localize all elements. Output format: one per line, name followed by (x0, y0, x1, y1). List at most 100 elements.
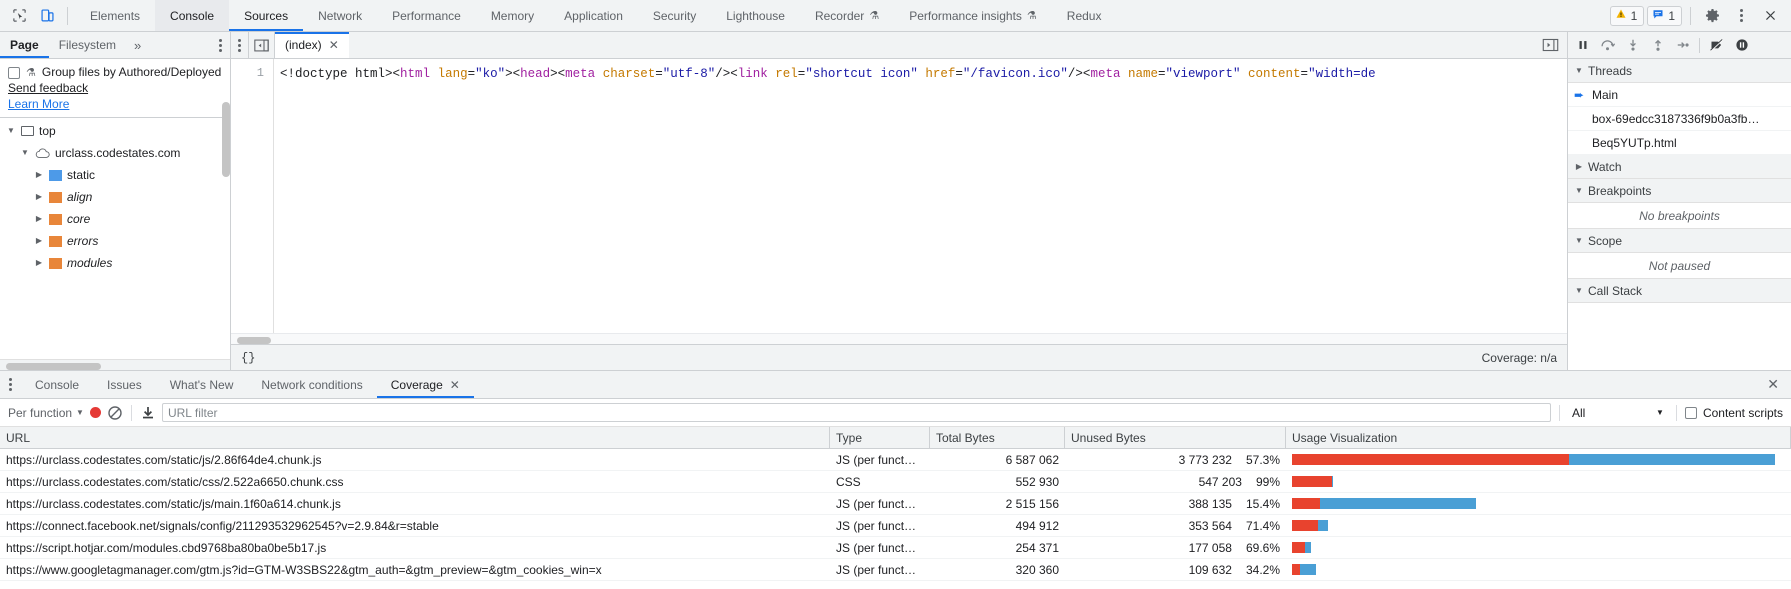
tab-console[interactable]: Console (155, 0, 230, 31)
table-row[interactable]: https://script.hotjar.com/modules.cbd976… (0, 537, 1791, 559)
group-files-checkbox[interactable] (8, 67, 20, 79)
download-export-icon[interactable] (140, 405, 156, 421)
thread-item-worker[interactable]: box-69edcc3187336f9b0a3fb… (1568, 107, 1791, 131)
content-scripts-label: Content scripts (1702, 405, 1783, 420)
drawer-tab-network-conditions[interactable]: Network conditions (247, 371, 376, 398)
tab-performance-insights[interactable]: Performance insights ⚗ (894, 0, 1052, 31)
chevron-down-icon[interactable]: ▼ (6, 127, 16, 135)
url-filter-input[interactable] (161, 403, 1551, 422)
coverage-granularity-select[interactable]: Per function ▼ (8, 406, 84, 420)
tree-node-domain[interactable]: ▼ urclass.codestates.com (0, 142, 230, 164)
thread-item-main[interactable]: ➨ Main (1568, 83, 1791, 107)
pretty-print-button[interactable]: {} (241, 351, 255, 365)
section-breakpoints[interactable]: ▼ Breakpoints (1568, 179, 1791, 203)
column-header-type[interactable]: Type (830, 427, 930, 448)
tab-application[interactable]: Application (549, 0, 638, 31)
editor-more-options-icon[interactable] (231, 32, 249, 58)
tree-node-top[interactable]: ▼ top (0, 120, 230, 142)
show-debugger-sidebar-icon[interactable] (1533, 32, 1567, 58)
table-row[interactable]: https://urclass.codestates.com/static/js… (0, 449, 1791, 471)
drawer-tab-console[interactable]: Console (21, 371, 93, 398)
step-into-icon[interactable] (1621, 34, 1644, 57)
section-scope[interactable]: ▼ Scope (1568, 229, 1791, 253)
drawer-tab-label: Network conditions (261, 377, 363, 392)
warning-count-badge[interactable]: 1 (1609, 5, 1645, 26)
coverage-type-filter-select[interactable]: All ▼ (1568, 403, 1668, 422)
pause-on-exceptions-icon[interactable] (1730, 34, 1753, 57)
editor-tab-index[interactable]: (index) ✕ (275, 32, 349, 58)
close-icon[interactable] (1757, 3, 1783, 29)
cursor-inspect-icon[interactable] (6, 3, 32, 29)
section-call-stack[interactable]: ▼ Call Stack (1568, 279, 1791, 303)
drawer-more-options-icon[interactable] (0, 371, 21, 398)
table-row[interactable]: https://urclass.codestates.com/static/cs… (0, 471, 1791, 493)
content-scripts-toggle[interactable]: Content scripts (1684, 405, 1783, 420)
group-files-row[interactable]: ⚗ Group files by Authored/Deployed (8, 65, 222, 80)
chevron-right-icon[interactable]: ▶ (34, 193, 44, 201)
section-watch[interactable]: ▶ Watch (1568, 155, 1791, 179)
folder-orange-icon (49, 191, 62, 203)
nav-tab-filesystem[interactable]: Filesystem (49, 32, 126, 58)
tab-security[interactable]: Security (638, 0, 711, 31)
tree-node-modules[interactable]: ▶ modules (0, 252, 230, 274)
tab-network[interactable]: Network (303, 0, 377, 31)
tab-lighthouse[interactable]: Lighthouse (711, 0, 800, 31)
chevron-right-icon[interactable]: ▶ (34, 259, 44, 267)
navigator-more-options-icon[interactable] (213, 32, 228, 59)
table-row[interactable]: https://www.googletagmanager.com/gtm.js?… (0, 559, 1791, 581)
thread-item-frame[interactable]: Beq5YUTp.html (1568, 131, 1791, 155)
more-options-icon[interactable] (1728, 3, 1754, 29)
chevron-down-icon[interactable]: ▼ (20, 149, 30, 157)
pause-script-icon[interactable] (1571, 34, 1594, 57)
table-row[interactable]: https://connect.facebook.net/signals/con… (0, 515, 1791, 537)
column-header-url[interactable]: URL (0, 427, 830, 448)
tab-redux[interactable]: Redux (1052, 0, 1117, 31)
tab-recorder[interactable]: Recorder ⚗ (800, 0, 894, 31)
tab-sources[interactable]: Sources (229, 0, 304, 31)
drawer-tab-coverage[interactable]: Coverage ✕ (376, 371, 474, 398)
chevron-right-icon[interactable]: ▶ (34, 237, 44, 245)
step-icon[interactable] (1671, 34, 1694, 57)
tab-performance[interactable]: Performance (377, 0, 476, 31)
usage-bar (1292, 564, 1316, 575)
used-segment (1568, 454, 1775, 465)
section-threads[interactable]: ▼ Threads (1568, 59, 1791, 83)
tab-memory[interactable]: Memory (476, 0, 549, 31)
close-icon[interactable]: ✕ (329, 38, 339, 52)
column-header-total-bytes[interactable]: Total Bytes (930, 427, 1065, 448)
send-feedback-link[interactable]: Send feedback (8, 80, 222, 96)
record-icon[interactable] (89, 407, 101, 418)
tree-node-static[interactable]: ▶ static (0, 164, 230, 186)
column-header-unused-bytes[interactable]: Unused Bytes (1065, 427, 1286, 448)
column-header-usage-visualization[interactable]: Usage Visualization (1286, 427, 1791, 448)
nav-more-tabs-icon[interactable]: » (126, 32, 149, 58)
code-content[interactable]: <!doctype html><html lang="ko"><head><me… (274, 59, 1567, 344)
nav-tab-page[interactable]: Page (0, 32, 49, 58)
message-count-badge[interactable]: 1 (1647, 5, 1682, 26)
chevron-right-icon[interactable]: ▶ (34, 171, 44, 179)
device-toolbar-icon[interactable] (34, 3, 60, 29)
tree-node-align[interactable]: ▶ align (0, 186, 230, 208)
drawer-close-icon[interactable]: ✕ (1755, 371, 1791, 398)
chevron-right-icon[interactable]: ▶ (34, 215, 44, 223)
step-out-icon[interactable] (1646, 34, 1669, 57)
deactivate-breakpoints-icon[interactable] (1705, 34, 1728, 57)
tree-node-errors[interactable]: ▶ errors (0, 230, 230, 252)
drawer-tab-issues[interactable]: Issues (93, 371, 156, 398)
editor-horizontal-scrollbar[interactable] (231, 333, 1567, 344)
drawer-tab-label: Console (35, 377, 80, 392)
content-scripts-checkbox[interactable] (1684, 406, 1697, 419)
gear-icon[interactable] (1699, 3, 1725, 29)
drawer-tab-whats-new[interactable]: What's New (156, 371, 248, 398)
clear-icon[interactable] (107, 405, 123, 421)
show-navigator-icon[interactable] (249, 32, 275, 58)
table-row[interactable]: https://urclass.codestates.com/static/js… (0, 493, 1791, 515)
navigator-horizontal-scrollbar[interactable] (0, 359, 230, 370)
step-over-icon[interactable] (1596, 34, 1619, 57)
navigator-vertical-scrollbar[interactable] (222, 102, 230, 177)
close-icon[interactable]: ✕ (450, 378, 460, 392)
tree-node-core[interactable]: ▶ core (0, 208, 230, 230)
tab-elements[interactable]: Elements (75, 0, 155, 31)
learn-more-link[interactable]: Learn More (8, 96, 222, 112)
tab-label: Recorder (814, 8, 865, 23)
